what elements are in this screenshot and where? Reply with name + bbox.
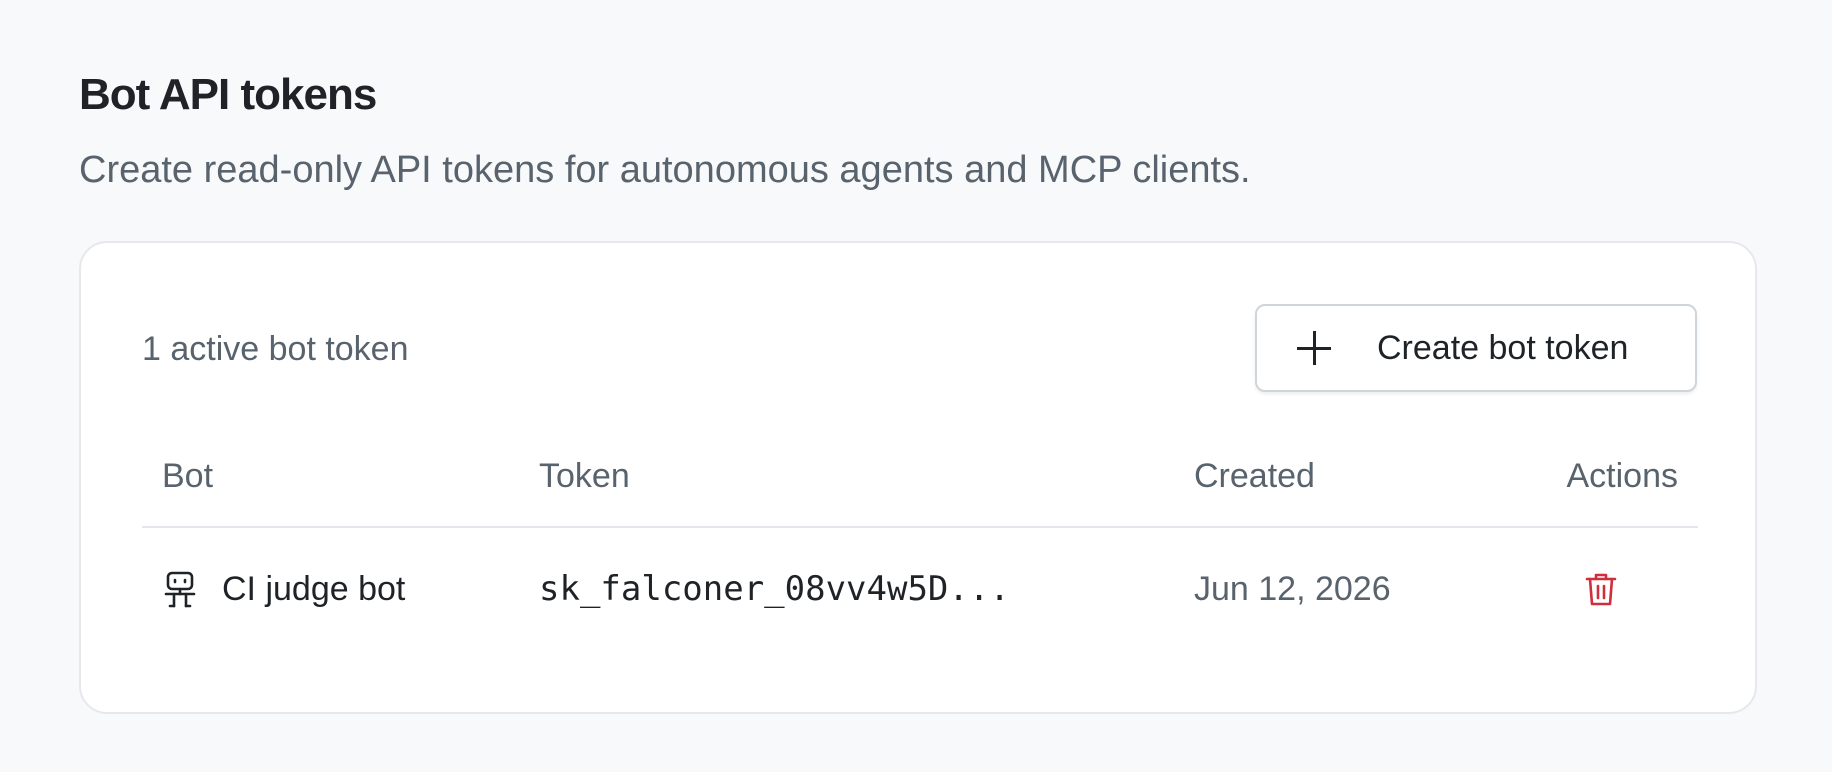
plus-icon [1297,331,1331,365]
column-header-token: Token [539,457,630,495]
create-bot-token-label: Create bot token [1377,328,1629,367]
bot-cell: CI judge bot [162,566,405,612]
bot-tokens-card: 1 active bot token Create bot token Bot … [79,241,1757,714]
robot-icon [162,569,198,609]
page-title: Bot API tokens [79,70,377,119]
trash-icon [1585,573,1617,606]
column-header-actions: Actions [1566,457,1679,495]
column-header-created: Created [1194,457,1315,495]
table-row: CI judge bot sk_falconer_08vv4w5D... Jun… [142,528,1698,650]
token-value: sk_falconer_08vv4w5D... [539,569,1010,609]
column-header-bot: Bot [162,457,214,495]
table-header: Bot Token Created Actions [142,426,1698,528]
delete-token-button[interactable] [1578,566,1624,612]
bot-tokens-table: Bot Token Created Actions CI judge bot s… [142,426,1698,650]
created-date: Jun 12, 2026 [1194,570,1391,608]
page-subtitle: Create read-only API tokens for autonomo… [79,149,1251,191]
bot-name: CI judge bot [222,570,406,608]
active-token-count: 1 active bot token [142,330,409,368]
create-bot-token-button[interactable]: Create bot token [1255,304,1697,392]
